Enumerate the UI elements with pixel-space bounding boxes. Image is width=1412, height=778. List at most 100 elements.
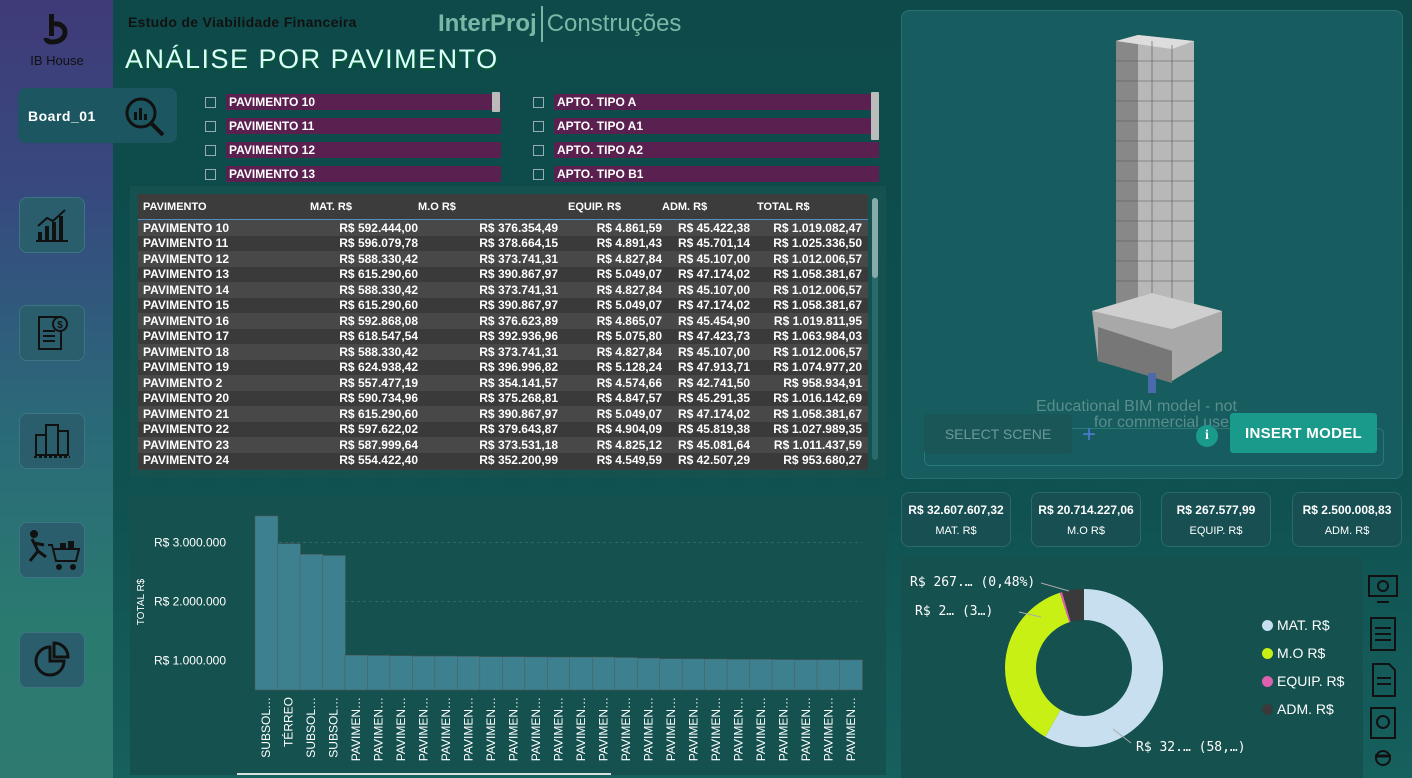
table-row[interactable]: PAVIMENTO 21 R$ 615.290,60 R$ 390.867,97 R$… — [138, 406, 868, 422]
bar[interactable] — [389, 655, 414, 691]
checkbox[interactable] — [533, 120, 544, 132]
bar[interactable] — [839, 659, 863, 691]
legend-item[interactable]: EQUIP. R$ — [1262, 673, 1344, 689]
legend-item[interactable]: ADM. R$ — [1262, 701, 1334, 717]
nav-cart-button[interactable] — [19, 522, 85, 578]
ib-house-logo[interactable]: IB House — [28, 12, 86, 68]
bar[interactable] — [344, 654, 369, 691]
table-cell: R$ 624.938,42 — [339, 360, 418, 375]
filter-label: APTO. TIPO B1 — [554, 166, 879, 182]
table-row[interactable]: PAVIMENTO 17 R$ 618.547,54 R$ 392.936,96 R$… — [138, 328, 868, 344]
legend-item[interactable]: MAT. R$ — [1262, 617, 1330, 633]
filter-item[interactable]: APTO. TIPO A — [533, 94, 879, 110]
checkbox[interactable] — [205, 120, 216, 132]
info-icon[interactable]: i — [1196, 425, 1218, 447]
bar[interactable] — [614, 657, 638, 691]
nav-invoice-button[interactable]: $ — [19, 305, 85, 361]
checkbox[interactable] — [533, 168, 544, 180]
column-header[interactable]: PAVIMENTO — [138, 201, 300, 213]
table-row[interactable]: PAVIMENTO 12 R$ 588.330,42 R$ 373.741,31 R$… — [138, 251, 868, 267]
bar[interactable] — [636, 657, 661, 691]
table-row[interactable]: PAVIMENTO 14 R$ 588.330,42 R$ 373.741,31 R$… — [138, 282, 868, 298]
bar[interactable] — [277, 543, 301, 691]
bar[interactable] — [457, 656, 481, 691]
report-subtitle: Estudo de Viabilidade Financeira — [128, 14, 357, 30]
bar[interactable] — [547, 656, 571, 691]
filter-item[interactable]: APTO. TIPO A2 — [533, 142, 879, 158]
column-header[interactable]: M.O R$ — [418, 201, 558, 213]
filter-item[interactable]: PAVIMENTO 12 — [205, 142, 501, 158]
table-scroll-thumb[interactable] — [872, 198, 878, 278]
checkbox[interactable] — [205, 144, 216, 156]
table-row[interactable]: PAVIMENTO 23 R$ 587.999,64 R$ 373.531,18 R$… — [138, 437, 868, 453]
board-selector-button[interactable]: Board_01 — [18, 88, 177, 143]
column-header[interactable]: TOTAL R$ — [757, 201, 857, 213]
legend-item[interactable]: M.O R$ — [1262, 645, 1325, 661]
bar[interactable] — [794, 659, 818, 691]
table-row[interactable]: PAVIMENTO 18 R$ 588.330,42 R$ 373.741,31 R$… — [138, 344, 868, 360]
add-icon[interactable]: + — [1082, 421, 1096, 449]
bar[interactable] — [816, 659, 841, 691]
insert-model-button[interactable]: INSERT MODEL — [1230, 413, 1377, 453]
bar[interactable] — [659, 658, 683, 691]
bar[interactable] — [524, 656, 549, 691]
table-cell: R$ 615.290,60 — [339, 406, 418, 421]
brand-bold: InterProj — [438, 10, 537, 37]
filter-scrollbar[interactable] — [492, 92, 500, 112]
column-header[interactable]: EQUIP. R$ — [558, 201, 662, 213]
bar[interactable] — [502, 656, 526, 691]
checklist-icon[interactable] — [1365, 614, 1401, 654]
table-cell: R$ 4.827,84 — [596, 344, 662, 359]
chart-scrollbar[interactable] — [237, 773, 611, 775]
bar[interactable] — [771, 659, 796, 691]
column-header[interactable]: ADM. R$ — [662, 201, 757, 213]
bar[interactable] — [322, 555, 346, 691]
filter-label: APTO. TIPO A2 — [554, 142, 879, 158]
filter-item[interactable]: PAVIMENTO 10 — [205, 94, 501, 110]
bar[interactable] — [591, 656, 616, 691]
checkbox[interactable] — [205, 168, 216, 180]
table-row[interactable]: PAVIMENTO 22 R$ 597.622,02 R$ 379.643,87 R$… — [138, 421, 868, 437]
table-row[interactable]: PAVIMENTO 10 R$ 592.444,00 R$ 376.354,49 R$… — [138, 220, 868, 236]
bar[interactable] — [479, 656, 504, 691]
checkbox[interactable] — [533, 96, 544, 108]
bar[interactable] — [749, 659, 773, 691]
bar[interactable] — [726, 659, 751, 691]
select-scene-dropdown[interactable]: SELECT SCENE — [924, 414, 1072, 454]
bar[interactable] — [569, 656, 593, 691]
table-row[interactable]: PAVIMENTO 2 R$ 557.477,19 R$ 354.141,57 R$ … — [138, 375, 868, 391]
table-cell: R$ 47.423,73 — [677, 329, 750, 344]
filter-item[interactable]: APTO. TIPO B1 — [533, 166, 879, 182]
kpi-value: R$ 2.500.008,83 — [1302, 503, 1392, 517]
bim-model-viewer[interactable]: Educational BIM model - not for commerci… — [901, 10, 1403, 479]
document-icon[interactable] — [1365, 660, 1401, 700]
table-row[interactable]: PAVIMENTO 16 R$ 592.868,08 R$ 376.623,89 R$… — [138, 313, 868, 329]
filter-item[interactable]: APTO. TIPO A1 — [533, 118, 879, 134]
nav-pie-chart-button[interactable] — [19, 632, 85, 688]
bar[interactable] — [299, 554, 324, 691]
bar[interactable] — [681, 658, 706, 691]
bar[interactable] — [412, 655, 436, 691]
table-row[interactable]: PAVIMENTO 15 R$ 615.290,60 R$ 390.867,97 R$… — [138, 297, 868, 313]
checkbox[interactable] — [205, 96, 216, 108]
table-row[interactable]: PAVIMENTO 13 R$ 615.290,60 R$ 390.867,97 R$… — [138, 266, 868, 282]
bar[interactable] — [704, 658, 728, 691]
nav-buildings-button[interactable] — [19, 413, 85, 469]
checkbox[interactable] — [533, 144, 544, 156]
table-row[interactable]: PAVIMENTO 19 R$ 624.938,42 R$ 396.996,82 R$… — [138, 359, 868, 375]
table-row[interactable]: PAVIMENTO 24 R$ 554.422,40 R$ 352.200,99 R$… — [138, 452, 868, 468]
filter-scrollbar[interactable] — [871, 92, 879, 140]
bar[interactable] — [434, 655, 459, 691]
report-icon[interactable] — [1365, 704, 1401, 744]
table-row[interactable]: PAVIMENTO 20 R$ 590.734,96 R$ 375.268,81 R$… — [138, 390, 868, 406]
table-row[interactable]: PAVIMENTO 11 R$ 596.079,78 R$ 378.664,15 R$… — [138, 235, 868, 251]
filter-item[interactable]: PAVIMENTO 13 — [205, 166, 501, 182]
bar[interactable] — [367, 655, 391, 691]
nav-bar-chart-button[interactable] — [19, 197, 85, 253]
filter-item[interactable]: PAVIMENTO 11 — [205, 118, 501, 134]
bar[interactable] — [254, 515, 279, 691]
engineer-icon[interactable] — [1365, 746, 1401, 776]
column-header[interactable]: MAT. R$ — [300, 201, 418, 213]
table-scrollbar[interactable] — [872, 198, 878, 460]
monitor-gear-icon[interactable] — [1365, 570, 1401, 606]
